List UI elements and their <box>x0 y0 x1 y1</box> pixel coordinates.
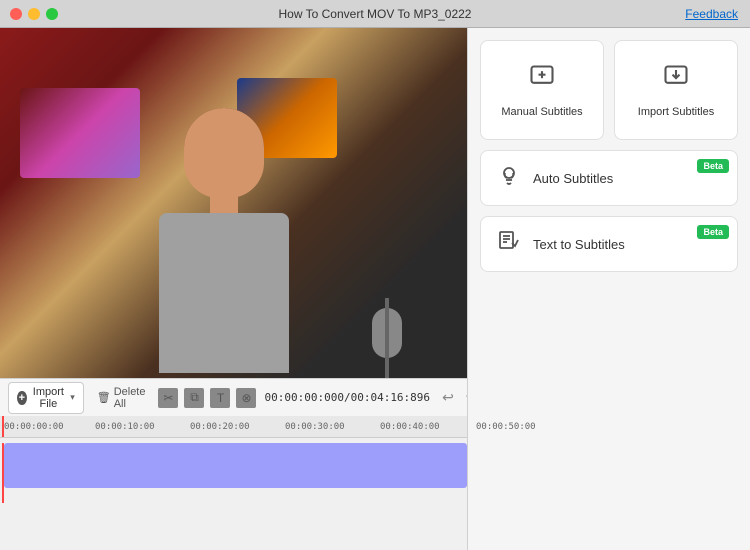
text-to-subtitles-icon <box>495 229 523 259</box>
undo-button[interactable]: ↩ <box>438 387 458 408</box>
tick-0: 00:00:00:00 <box>4 422 64 432</box>
trash-icon: 🗑 <box>97 391 111 404</box>
tick-3: 00:00:30:00 <box>285 422 345 432</box>
track-cursor <box>2 443 4 503</box>
delete-all-button[interactable]: 🗑 Delete All <box>92 383 151 413</box>
time-display: 00:00:00:000/00:04:16:896 <box>264 391 430 404</box>
timeline-ruler: 00:00:00:00 00:00:10:00 00:00:20:00 00:0… <box>0 416 467 438</box>
toolbar-icons: ✂ ⧉ T ⊗ <box>158 388 256 408</box>
text-to-subtitles-option[interactable]: Text to Subtitles Beta <box>480 216 738 272</box>
person-figure <box>124 98 324 378</box>
subtitle-cards-row: Manual Subtitles Import Subtitles <box>480 40 738 140</box>
text-to-subtitles-label: Text to Subtitles <box>533 237 625 252</box>
auto-subtitles-option[interactable]: Auto Subtitles Beta <box>480 150 738 206</box>
video-player[interactable] <box>0 28 467 378</box>
import-subtitles-label: Import Subtitles <box>638 106 714 118</box>
timeline-tracks <box>0 443 467 503</box>
main-content: + Import File ▾ 🗑 Delete All ✂ ⧉ T ⊗ 00:… <box>0 28 750 550</box>
delete-label: Delete All <box>114 386 146 410</box>
scissors-icon[interactable]: ✂ <box>158 388 178 408</box>
sticker-icon[interactable]: T <box>210 388 230 408</box>
title-bar: How To Convert MOV To MP3_0222 Feedback <box>0 0 750 28</box>
video-background <box>0 28 467 378</box>
tick-5: 00:00:50:00 <box>476 422 536 432</box>
video-track[interactable] <box>4 443 467 488</box>
toolbar: + Import File ▾ 🗑 Delete All ✂ ⧉ T ⊗ 00:… <box>0 378 467 416</box>
import-file-label: Import File <box>31 386 67 410</box>
tick-4: 00:00:40:00 <box>380 422 440 432</box>
text-to-subtitles-beta-badge: Beta <box>697 225 729 239</box>
right-panel: Manual Subtitles Import Subtitles <box>467 28 750 550</box>
tick-1: 00:00:10:00 <box>95 422 155 432</box>
tick-2: 00:00:20:00 <box>190 422 250 432</box>
copy-icon[interactable]: ⧉ <box>184 388 204 408</box>
auto-subtitles-icon <box>495 163 523 193</box>
plus-icon: + <box>17 391 27 405</box>
import-file-button[interactable]: + Import File ▾ <box>8 382 84 414</box>
close-button[interactable] <box>10 8 22 20</box>
chevron-down-icon: ▾ <box>70 392 75 403</box>
minimize-button[interactable] <box>28 8 40 20</box>
feedback-link[interactable]: Feedback <box>685 7 738 21</box>
person-head <box>184 108 264 198</box>
maximize-button[interactable] <box>46 8 58 20</box>
timeline-area[interactable]: 00:00:00:00 00:00:10:00 00:00:20:00 00:0… <box>0 416 467 550</box>
mic-stand <box>385 298 389 378</box>
auto-subtitles-label: Auto Subtitles <box>533 171 613 186</box>
import-subtitles-card[interactable]: Import Subtitles <box>614 40 738 140</box>
playhead-cursor <box>2 416 4 437</box>
person-body <box>159 213 289 373</box>
manual-subtitles-icon <box>528 63 556 98</box>
import-subtitles-icon <box>662 63 690 98</box>
bg-monitor-left <box>20 88 140 178</box>
manual-subtitles-label: Manual Subtitles <box>501 106 582 118</box>
delete-icon[interactable]: ⊗ <box>236 388 256 408</box>
microphone-area <box>347 178 427 378</box>
window-title: How To Convert MOV To MP3_0222 <box>279 7 472 21</box>
auto-subtitles-beta-badge: Beta <box>697 159 729 173</box>
window-controls <box>10 8 58 20</box>
left-panel: + Import File ▾ 🗑 Delete All ✂ ⧉ T ⊗ 00:… <box>0 28 467 550</box>
manual-subtitles-card[interactable]: Manual Subtitles <box>480 40 604 140</box>
